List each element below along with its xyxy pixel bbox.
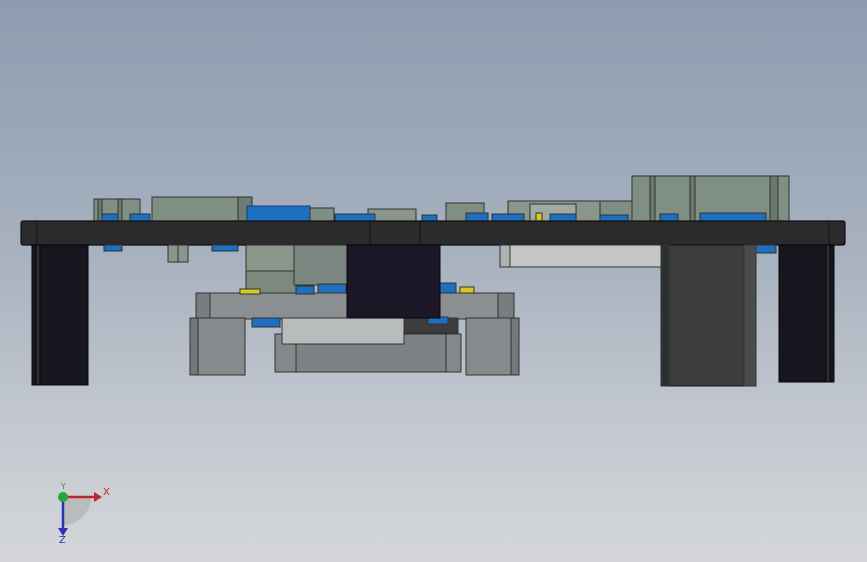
top-components: [93, 175, 790, 222]
cad-viewport[interactable]: X Y Z: [0, 0, 867, 562]
pcb-assembly-model[interactable]: [0, 0, 867, 562]
pcb-board[interactable]: [20, 220, 846, 246]
y-axis-point: [58, 492, 68, 502]
connector-blue-large: [246, 205, 311, 222]
x-axis-label: X: [103, 487, 110, 498]
heatsink-block: [346, 244, 441, 319]
panel-light-lower: [281, 317, 405, 345]
component-block-green-1: [151, 196, 253, 222]
bottom-components: [103, 244, 777, 387]
y-axis-label: Y: [61, 482, 66, 491]
orientation-triad[interactable]: X Y Z: [46, 480, 116, 546]
triad-plane-quadrant: [63, 497, 91, 525]
housing-right-dark: [660, 244, 757, 387]
z-axis-label: Z: [59, 535, 66, 546]
x-axis-arrow: [94, 492, 102, 502]
